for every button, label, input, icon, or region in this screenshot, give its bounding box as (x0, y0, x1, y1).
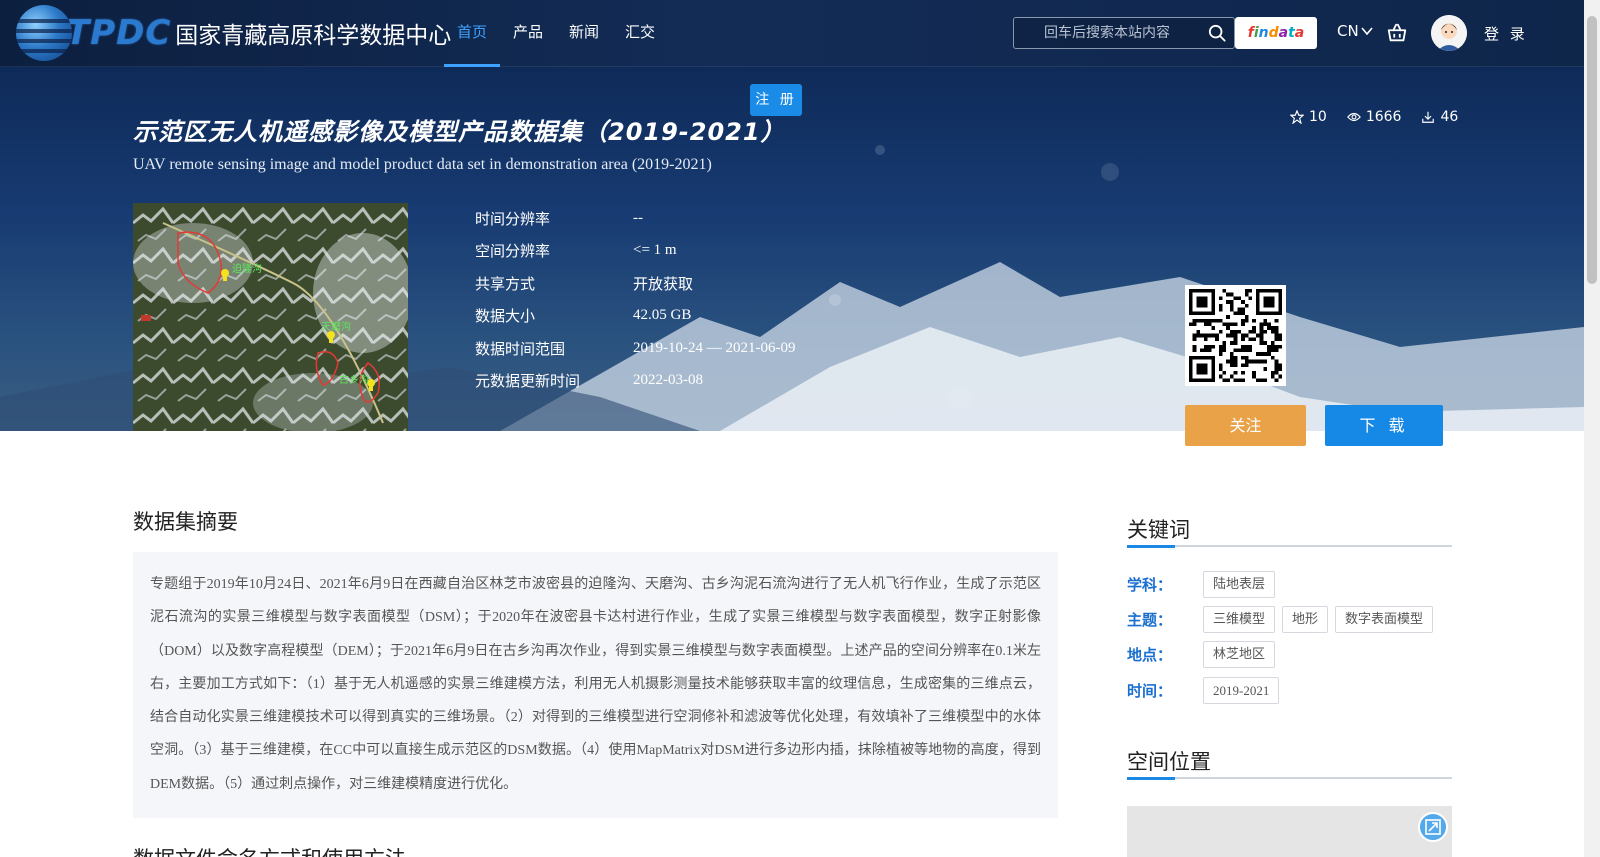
keywords-divider (1127, 545, 1452, 548)
keyword-label: 主题： (1127, 611, 1173, 629)
main-nav: 首页 产品 新闻 汇交 (444, 0, 668, 67)
scrollbar-thumb[interactable] (1587, 16, 1597, 284)
spatial-title: 空间位置 (1127, 750, 1211, 774)
meta-row: 数据时间范围 2019-10-24 — 2021-06-09 (475, 332, 795, 365)
dataset-stats: 10 1666 46 (1290, 109, 1458, 125)
spatial-map[interactable] (1127, 806, 1452, 857)
map-label-guxiang: 古乡沟 (339, 373, 369, 386)
nav-submit[interactable]: 汇交 (612, 0, 668, 67)
findata-button[interactable]: findata (1235, 17, 1317, 49)
eye-icon (1346, 112, 1361, 122)
keyword-group: 地点： 林芝地区 (1127, 641, 1282, 668)
keyword-tag[interactable]: 林芝地区 (1203, 641, 1276, 668)
keywords-title: 关键词 (1127, 518, 1190, 542)
search-input[interactable] (1014, 25, 1204, 41)
dataset-metadata: 时间分辨率 -- 空间分辨率 <= 1 m 共享方式 开放获取 数据大小 42.… (475, 202, 795, 397)
login-link[interactable]: 登 录 (1484, 23, 1528, 44)
keyword-group: 学科： 陆地表层 (1127, 571, 1282, 598)
language-switcher[interactable]: CN (1337, 22, 1373, 40)
abstract-text: 专题组于2019年10月24日、2021年6月9日在西藏自治区林芝市波密县的迫隆… (133, 552, 1058, 818)
map-label-tianmo: 天磨沟 (321, 320, 351, 333)
chevron-down-icon (1361, 27, 1373, 36)
follow-button[interactable]: 关注 (1185, 405, 1306, 446)
dataset-thumbnail[interactable]: 迫隆沟 天磨沟 古乡沟 (133, 203, 408, 431)
logo-abbr: TPDC (66, 13, 172, 53)
keyword-tag[interactable]: 三维模型 (1203, 606, 1276, 633)
top-navbar: TPDC 国家青藏高原科学数据中心 首页 产品 新闻 汇交 findata CN (0, 0, 1584, 67)
keyword-tag[interactable]: 2019-2021 (1203, 677, 1280, 704)
site-logo[interactable]: TPDC 国家青藏高原科学数据中心 (16, 2, 451, 64)
register-button[interactable]: 注 册 (750, 84, 802, 116)
meta-value: 2022-03-08 (633, 372, 703, 389)
keyword-tag[interactable]: 数字表面模型 (1335, 606, 1434, 633)
meta-value: -- (633, 209, 643, 226)
keyword-label: 地点： (1127, 646, 1173, 664)
keyword-tag[interactable]: 陆地表层 (1203, 571, 1276, 598)
avatar[interactable] (1431, 15, 1467, 51)
downloads-count: 46 (1440, 109, 1459, 125)
meta-value: 2019-10-24 — 2021-06-09 (633, 339, 796, 356)
meta-label: 空间分辨率 (475, 242, 551, 261)
expand-map-icon[interactable] (1418, 812, 1448, 842)
meta-row: 元数据更新时间 2022-03-08 (475, 365, 795, 398)
globe-logo-icon (16, 5, 72, 61)
star-icon (1290, 110, 1304, 124)
meta-label: 时间分辨率 (475, 209, 551, 228)
download-button[interactable]: 下 载 (1325, 405, 1443, 446)
cart-icon[interactable] (1386, 22, 1408, 44)
search-box (1013, 17, 1235, 49)
keyword-group: 时间： 2019-2021 (1127, 677, 1286, 704)
keyword-group: 主题： 三维模型 地形 数字表面模型 (1127, 606, 1440, 633)
meta-value: 42.05 GB (633, 307, 692, 324)
downloads-stat: 46 (1421, 109, 1458, 125)
dataset-title-en: UAV remote sensing image and model produ… (133, 156, 712, 173)
file-naming-title: 数据文件命名方式和使用方法 (133, 843, 406, 857)
map-label-polong: 迫隆沟 (232, 262, 262, 275)
meta-row: 数据大小 42.05 GB (475, 300, 795, 333)
abstract-title: 数据集摘要 (133, 510, 238, 534)
nav-products[interactable]: 产品 (500, 0, 556, 67)
meta-value: <= 1 m (633, 242, 677, 259)
meta-row: 时间分辨率 -- (475, 202, 795, 235)
spatial-divider (1127, 777, 1452, 780)
views-count: 1666 (1365, 109, 1402, 125)
search-icon[interactable] (1208, 24, 1226, 42)
dataset-title-cn: 示范区无人机遥感影像及模型产品数据集（2019-2021） (133, 118, 786, 146)
meta-row: 空间分辨率 <= 1 m (475, 235, 795, 268)
meta-value: 开放获取 (633, 274, 694, 293)
qr-code (1185, 285, 1286, 386)
nav-home[interactable]: 首页 (444, 0, 501, 67)
logo-name: 国家青藏高原科学数据中心 (175, 23, 452, 49)
stars-stat[interactable]: 10 (1290, 109, 1327, 125)
meta-label: 元数据更新时间 (475, 372, 581, 391)
keyword-label: 学科： (1127, 576, 1173, 594)
views-stat: 1666 (1346, 109, 1402, 125)
meta-label: 数据时间范围 (475, 339, 566, 358)
stars-count: 10 (1309, 109, 1327, 125)
keyword-tag[interactable]: 地形 (1282, 606, 1329, 633)
nav-news[interactable]: 新闻 (556, 0, 612, 67)
meta-label: 数据大小 (475, 307, 536, 326)
language-label: CN (1337, 22, 1359, 40)
keyword-label: 时间： (1127, 682, 1173, 700)
download-icon (1422, 111, 1435, 123)
meta-row: 共享方式 开放获取 (475, 267, 795, 300)
meta-label: 共享方式 (475, 274, 536, 293)
